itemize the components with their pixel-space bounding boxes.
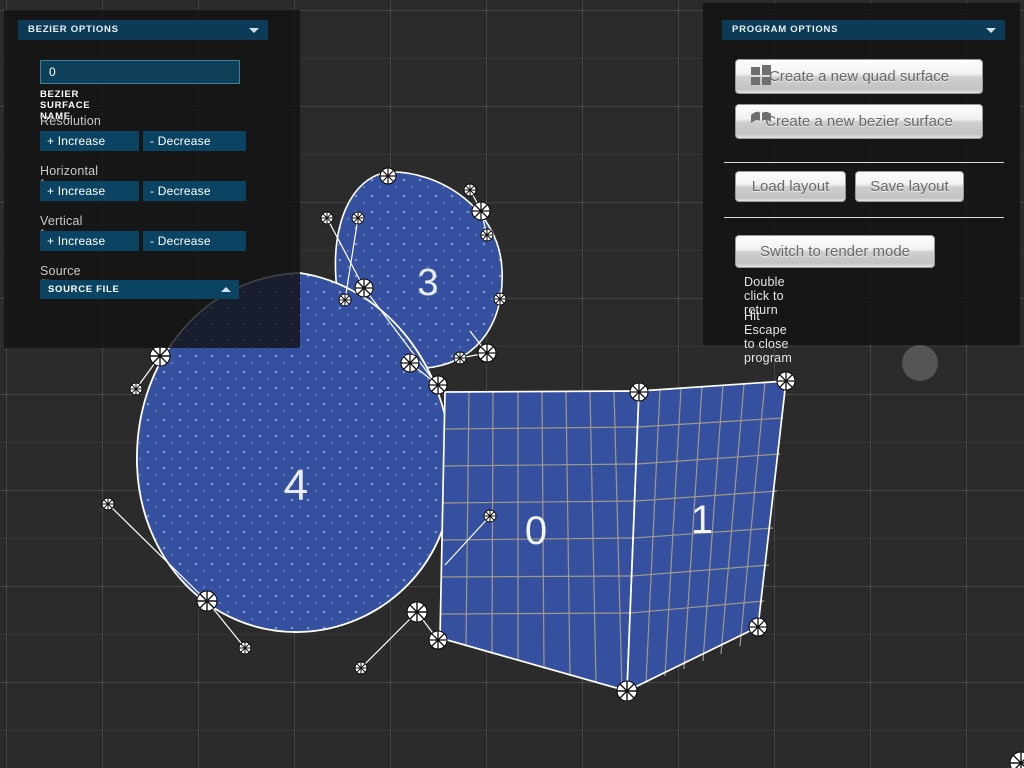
- control-point-handle[interactable]: [453, 351, 467, 365]
- surface-label-4: 4: [284, 461, 308, 510]
- create-bezier-surface-button[interactable]: Create a new bezier surface: [735, 104, 983, 139]
- control-point-handle[interactable]: [493, 292, 507, 306]
- drag-handle-puck[interactable]: [902, 345, 938, 381]
- bezier-options-titlebar[interactable]: BEZIER OPTIONS: [18, 20, 268, 40]
- hint-escape-close: Hit Escape to close program: [744, 309, 792, 365]
- bezier-surface-name-input[interactable]: [40, 60, 240, 84]
- bezier-surface-icon: [750, 110, 772, 134]
- panel-divider-bottom: [724, 217, 1004, 218]
- quad-surface-1[interactable]: 1: [626, 380, 787, 693]
- control-point-anchor[interactable]: [629, 382, 649, 402]
- vertical-force-decrease-button[interactable]: - Decrease: [143, 231, 246, 251]
- panel-divider-top: [724, 162, 1004, 163]
- control-point-handle[interactable]: [354, 661, 368, 675]
- chevron-down-icon[interactable]: [249, 27, 259, 33]
- control-point-handle[interactable]: [320, 211, 334, 225]
- control-point-anchor[interactable]: [776, 371, 796, 391]
- control-point-handle[interactable]: [463, 183, 477, 197]
- bezier-options-title: BEZIER OPTIONS: [28, 24, 119, 35]
- program-options-title: PROGRAM OPTIONS: [732, 24, 839, 35]
- control-point-anchor[interactable]: [471, 201, 491, 221]
- control-point-anchor[interactable]: [196, 590, 218, 612]
- control-point-handle[interactable]: [238, 641, 252, 655]
- control-point-anchor[interactable]: [477, 343, 497, 363]
- surface-label-0: 0: [525, 509, 547, 553]
- source-file-value: SOURCE FILE: [48, 284, 120, 295]
- control-point-anchor[interactable]: [428, 375, 448, 395]
- resolution-label: Resolution: [40, 114, 102, 128]
- horizontal-force-decrease-button[interactable]: - Decrease: [143, 181, 246, 201]
- control-point-anchor[interactable]: [748, 617, 768, 637]
- resolution-increase-button[interactable]: + Increase: [40, 131, 139, 151]
- save-layout-button[interactable]: Save layout: [855, 171, 964, 202]
- create-quad-surface-label: Create a new quad surface: [768, 68, 950, 85]
- surface-label-3: 3: [417, 262, 438, 304]
- control-point-anchor-offscreen[interactable]: [1009, 751, 1024, 768]
- load-layout-button[interactable]: Load layout: [735, 171, 846, 202]
- vertical-force-increase-button[interactable]: + Increase: [40, 231, 139, 251]
- control-point-anchor[interactable]: [149, 345, 171, 367]
- chevron-up-icon[interactable]: [221, 287, 231, 292]
- control-point-handle[interactable]: [351, 211, 365, 225]
- control-point-handle[interactable]: [129, 382, 143, 396]
- control-point-anchor[interactable]: [406, 601, 428, 623]
- create-quad-surface-button[interactable]: Create a new quad surface: [735, 59, 983, 94]
- switch-to-render-mode-button[interactable]: Switch to render mode: [735, 235, 935, 268]
- chevron-down-icon[interactable]: [986, 27, 996, 33]
- control-point-anchor[interactable]: [428, 630, 448, 650]
- control-point-anchor[interactable]: [400, 353, 420, 373]
- source-file-dropdown[interactable]: SOURCE FILE: [40, 280, 239, 299]
- create-bezier-surface-label: Create a new bezier surface: [765, 113, 953, 130]
- control-point-handle[interactable]: [483, 509, 497, 523]
- surface-label-1: 1: [691, 498, 713, 542]
- control-point-anchor[interactable]: [379, 167, 397, 185]
- program-options-titlebar[interactable]: PROGRAM OPTIONS: [722, 20, 1005, 40]
- control-point-handle[interactable]: [338, 293, 352, 307]
- control-point-anchor[interactable]: [354, 278, 374, 298]
- resolution-decrease-button[interactable]: - Decrease: [143, 131, 246, 151]
- quad-surface-icon: [750, 64, 772, 89]
- control-point-handle[interactable]: [101, 497, 115, 511]
- horizontal-force-increase-button[interactable]: + Increase: [40, 181, 139, 201]
- quad-surface-0[interactable]: 0: [439, 390, 640, 693]
- application-window: 3 4 0 1 BEZIER OPTIONS 0 BEZIER SURFACE …: [0, 0, 1024, 768]
- control-point-handle[interactable]: [480, 228, 494, 242]
- control-point-anchor[interactable]: [616, 680, 638, 702]
